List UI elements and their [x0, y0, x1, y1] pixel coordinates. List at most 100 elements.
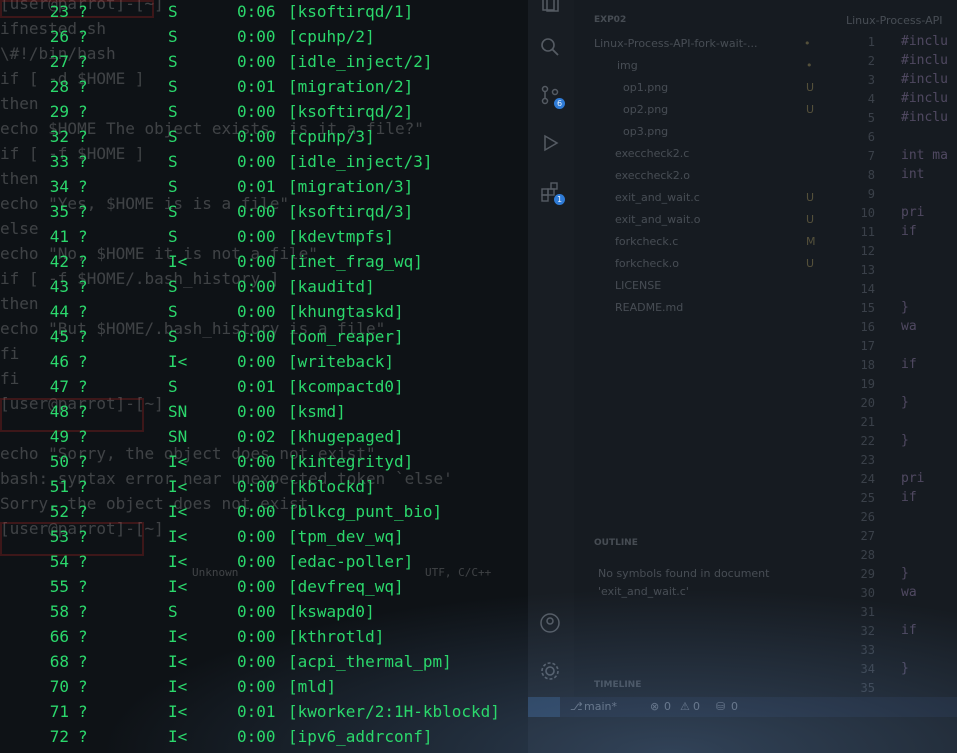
explorer-file-item[interactable]: forkcheck.o — [615, 257, 679, 270]
line-number: 6 — [867, 130, 875, 144]
process-stat: S — [168, 202, 178, 221]
line-number: 24 — [860, 472, 875, 486]
code-line: #inclu — [901, 72, 948, 87]
process-command: [kswapd0] — [288, 602, 375, 621]
line-number: 22 — [860, 434, 875, 448]
outline-section-header[interactable]: OUTLINE — [594, 538, 638, 548]
line-number: 25 — [860, 491, 875, 505]
process-stat: SN — [168, 402, 188, 421]
process-stat: I< — [168, 477, 188, 496]
process-time: 0:00 — [237, 302, 276, 321]
process-time: 0:00 — [237, 502, 276, 521]
process-time: 0:00 — [237, 52, 276, 71]
process-pid: 54 — [49, 552, 69, 571]
process-row: 68? I< 0:00 [acpi_thermal_pm] — [0, 650, 528, 675]
process-command: [kintegrityd] — [288, 452, 414, 471]
process-time: 0:00 — [237, 652, 276, 671]
timeline-section-header[interactable]: TIMELINE — [594, 680, 641, 690]
explorer-file-item[interactable]: LICENSE — [615, 279, 661, 292]
explorer-file-item[interactable]: README.md — [615, 301, 683, 314]
process-pid: 48 — [49, 402, 69, 421]
explorer-file-status: U — [806, 81, 815, 94]
status-branch[interactable]: main* — [584, 700, 617, 713]
process-pid: 27 — [49, 52, 69, 71]
process-tty: ? — [78, 327, 88, 346]
explorer-file-item[interactable]: exit_and_wait.o — [615, 213, 700, 226]
process-time: 0:01 — [237, 702, 276, 721]
line-number: 15 — [860, 301, 875, 315]
activity-bar: 6 1 — [528, 0, 574, 700]
process-command: [ksoftirqd/3] — [288, 202, 414, 221]
line-number: 8 — [867, 168, 875, 182]
explorer-file-item[interactable]: op1.png — [623, 81, 668, 94]
code-line: if — [901, 357, 917, 372]
process-time: 0:01 — [237, 77, 276, 96]
process-pid: 43 — [49, 277, 69, 296]
search-icon[interactable] — [539, 36, 561, 58]
process-row: 71? I< 0:01 [kworker/2:1H-kblockd] — [0, 700, 528, 725]
process-command: [cpuhp/2] — [288, 27, 375, 46]
code-line: pri — [901, 205, 925, 220]
line-number: 3 — [867, 73, 875, 87]
process-tty: ? — [78, 152, 88, 171]
code-line: wa — [901, 319, 917, 334]
editor-tab[interactable]: Linux-Process-API — [846, 14, 942, 27]
process-tty: ? — [78, 552, 88, 571]
extensions-badge: 1 — [554, 194, 565, 205]
explorer-file-item[interactable]: op2.png — [623, 103, 668, 116]
process-row: 28? S 0:01 [migration/2] — [0, 75, 528, 100]
process-command: [kblockd] — [288, 477, 375, 496]
explorer-file-item[interactable]: execcheck2.o — [615, 169, 690, 182]
run-debug-icon[interactable] — [539, 132, 561, 154]
process-pid: 55 — [49, 577, 69, 596]
process-row: 23? S 0:06 [ksoftirqd/1] — [0, 0, 528, 25]
process-stat: I< — [168, 652, 188, 671]
process-stat: I< — [168, 352, 188, 371]
process-tty: ? — [78, 477, 88, 496]
settings-gear-icon[interactable] — [539, 660, 561, 682]
remote-indicator[interactable] — [528, 697, 560, 717]
explorer-file-status: • — [806, 59, 813, 72]
code-line: #inclu — [901, 110, 948, 125]
explorer-file-item[interactable]: op3.png — [623, 125, 668, 138]
process-command: [cpuhp/3] — [288, 127, 375, 146]
explorer-section-header[interactable]: EXP02 — [594, 15, 626, 25]
process-time: 0:00 — [237, 602, 276, 621]
explorer-folder[interactable]: Linux-Process-API-fork-wait-... — [594, 37, 757, 50]
extensions-icon[interactable]: 1 — [539, 180, 565, 205]
status-errors[interactable]: 0 — [664, 700, 671, 713]
line-number: 19 — [860, 377, 875, 391]
line-number: 4 — [867, 92, 875, 106]
process-stat: I< — [168, 527, 188, 546]
process-command: [ksmd] — [288, 402, 346, 421]
source-control-icon[interactable]: 6 — [539, 84, 565, 109]
process-time: 0:00 — [237, 627, 276, 646]
code-line: int — [901, 167, 925, 182]
status-ports[interactable]: 0 — [731, 700, 738, 713]
account-icon[interactable] — [539, 612, 561, 634]
line-number: 5 — [867, 111, 875, 125]
process-stat: S — [168, 102, 178, 121]
process-command: [ipv6_addrconf] — [288, 727, 433, 746]
process-pid: 50 — [49, 452, 69, 471]
process-pid: 33 — [49, 152, 69, 171]
process-command: [inet_frag_wq] — [288, 252, 423, 271]
process-time: 0:00 — [237, 677, 276, 696]
process-time: 0:00 — [237, 202, 276, 221]
process-stat: I< — [168, 252, 188, 271]
process-pid: 68 — [49, 652, 69, 671]
process-stat: S — [168, 27, 178, 46]
process-tty: ? — [78, 652, 88, 671]
explorer-file-item[interactable]: forkcheck.c — [615, 235, 678, 248]
process-pid: 72 — [49, 727, 69, 746]
status-warnings[interactable]: 0 — [693, 700, 700, 713]
explorer-file-item[interactable]: exit_and_wait.c — [615, 191, 700, 204]
code-line: } — [901, 395, 909, 410]
explorer-file-item[interactable]: execcheck2.c — [615, 147, 689, 160]
explorer-icon[interactable] — [539, 0, 561, 14]
outline-empty-file: 'exit_and_wait.c' — [598, 585, 689, 598]
explorer-file-item[interactable]: img — [617, 59, 638, 72]
process-pid: 29 — [49, 102, 69, 121]
error-icon: ⊗ — [650, 700, 660, 713]
code-line: if — [901, 224, 917, 239]
